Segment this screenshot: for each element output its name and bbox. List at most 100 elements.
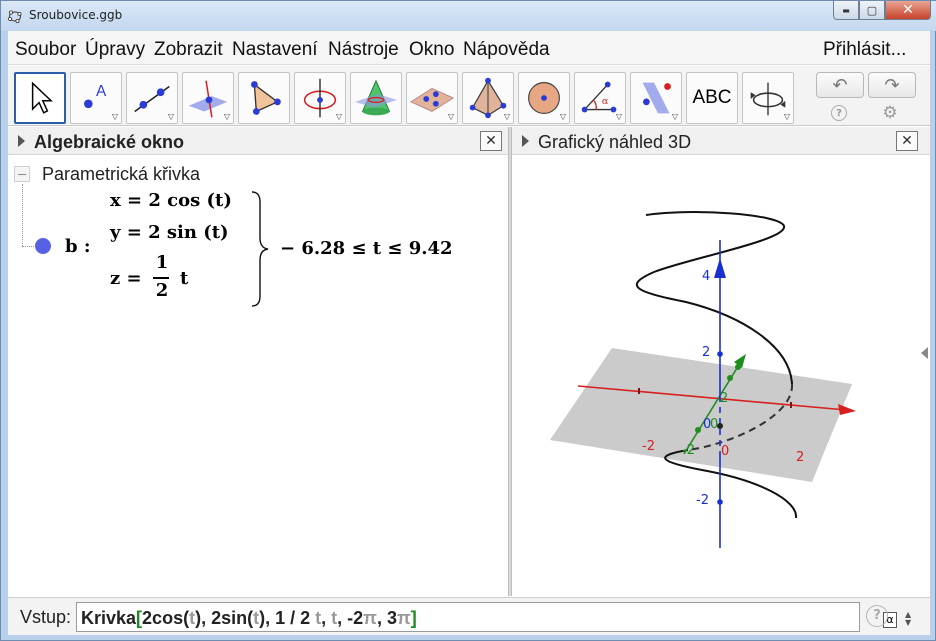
input-segment: , -2	[337, 608, 364, 628]
title-bar: Sroubovice.ggb ▬ ▢ ✕	[1, 1, 936, 31]
x-axis-arrow-icon	[838, 404, 856, 415]
visibility-toggle-dot[interactable]	[35, 238, 51, 254]
z-axis-tick	[717, 351, 723, 357]
menu-napoveda[interactable]: Nápověda	[463, 39, 550, 61]
close-bracket: ]	[410, 608, 417, 628]
algebra-close-button[interactable]: ✕	[480, 131, 502, 151]
menu-zobrazit[interactable]: Zobrazit	[154, 39, 223, 61]
tool-dropdown-icon: ▽	[671, 112, 678, 121]
menu-bar: Soubor Úpravy Zobrazit Nastavení Nástroj…	[8, 31, 930, 65]
angle-tool[interactable]: α ▽	[574, 72, 626, 124]
text-tool-label: ABC	[692, 87, 732, 108]
x-tick-label: 2	[796, 450, 804, 465]
input-help-button[interactable]: ?	[866, 605, 888, 627]
input-bar: Vstup: Krivka[2cos(t), 2sin(t), 1 / 2 t,…	[8, 597, 930, 635]
command-name: Krivka	[81, 608, 137, 628]
redo-icon: ↷	[884, 74, 900, 96]
equation-z-denominator: 2	[155, 280, 169, 301]
history-spinner-icon[interactable]: ▲ ▼	[905, 611, 911, 627]
y-tick-label: 2	[720, 391, 728, 406]
x-tick-label: -2	[642, 439, 655, 454]
tool-dropdown-icon: ▽	[223, 112, 230, 121]
expand-triangle-icon[interactable]	[522, 135, 529, 147]
undo-button[interactable]: ↶	[816, 72, 864, 98]
circle-axis-tool[interactable]: ▽	[294, 72, 346, 124]
tool-dropdown-icon: ▽	[111, 112, 118, 121]
equation-z-numerator: 1	[155, 252, 169, 273]
application-window: Sroubovice.ggb ▬ ▢ ✕ Soubor Úpravy Zobra…	[0, 0, 936, 641]
input-field[interactable]: Krivka[2cos(t), 2sin(t), 1 / 2 t, t, -2π…	[76, 602, 911, 632]
z-axis-arrow-icon	[714, 258, 726, 278]
side-panel-toggle-icon[interactable]	[921, 347, 928, 359]
y-axis-tick	[695, 427, 701, 433]
equation-y[interactable]: y = 2 sin (t)	[110, 222, 229, 243]
y-axis-tick	[727, 375, 733, 381]
tree-category-label: Parametrická křivka	[42, 164, 201, 184]
client-area: Soubor Úpravy Zobrazit Nastavení Nástroj…	[8, 31, 930, 635]
help-button[interactable]: ?	[830, 104, 848, 122]
maximize-button[interactable]: ▢	[859, 1, 885, 20]
input-segment: 2cos(	[142, 608, 190, 628]
cone-intersection-icon	[354, 79, 398, 116]
rotate-view-tool[interactable]: ▽	[742, 72, 794, 124]
graphics-3d-close-button[interactable]: ✕	[896, 131, 918, 151]
redo-button[interactable]: ↷	[868, 72, 916, 98]
pyramid-tool[interactable]: ▽	[462, 72, 514, 124]
origin-label: 0	[710, 417, 718, 432]
z-axis-tick	[717, 499, 723, 505]
origin-label: 0	[721, 444, 729, 459]
minimize-icon: ▬	[842, 5, 850, 15]
y-axis-tick	[735, 364, 741, 370]
close-icon: ✕	[902, 2, 914, 18]
help-icon: ?	[831, 105, 847, 121]
input-segment: ), 1 / 2	[259, 608, 316, 628]
login-link[interactable]: Přihlásit...	[823, 39, 906, 61]
input-constant: π	[363, 608, 377, 628]
polygon-tool[interactable]	[238, 72, 290, 124]
menu-upravy[interactable]: Úpravy	[85, 39, 145, 61]
menu-soubor[interactable]: Soubor	[15, 39, 76, 61]
tool-dropdown-icon: ▽	[615, 112, 622, 121]
graphics-3d-canvas[interactable]: 4 2 -2 0 0 0 -2 2 -2 2	[512, 156, 930, 596]
input-label: Vstup:	[20, 607, 72, 627]
z-tick-label: -2	[696, 493, 709, 508]
minimize-button[interactable]: ▬	[833, 1, 859, 20]
expand-triangle-icon[interactable]	[18, 135, 25, 147]
equation-x[interactable]: x = 2 cos (t)	[110, 190, 232, 211]
menu-okno[interactable]: Okno	[409, 39, 454, 61]
tool-dropdown-icon: ▽	[503, 112, 510, 121]
perpendicular-line-tool[interactable]: ▽	[182, 72, 234, 124]
graphics-3d-title: Grafický náhled 3D	[538, 132, 692, 152]
toolbar: A ▽ ▽ ▽ ▽ ▽ ▽ ▽ α ▽ ▽ ABC ▽ ↶ ↷ ? ⚙	[8, 66, 930, 126]
gear-icon: ⚙	[882, 103, 898, 123]
collapse-icon[interactable]	[14, 166, 30, 182]
tree-line	[22, 184, 23, 246]
menu-nastaveni[interactable]: Nastavení	[232, 39, 318, 61]
input-segment: ,	[321, 608, 332, 628]
plane-through-points-tool[interactable]: ▽	[406, 72, 458, 124]
reflect-tool[interactable]: ▽	[630, 72, 682, 124]
window-controls: ▬ ▢ ✕	[833, 1, 931, 21]
z-tick-label: 2	[702, 345, 710, 360]
move-tool[interactable]	[14, 72, 66, 124]
sphere-tool[interactable]: ▽	[518, 72, 570, 124]
graphics-3d-view[interactable]: 4 2 -2 0 0 0 -2 2 -2 2	[512, 156, 930, 596]
tool-dropdown-icon: ▽	[559, 112, 566, 121]
menu-nastroje[interactable]: Nástroje	[328, 39, 399, 61]
text-tool[interactable]: ABC	[686, 72, 738, 124]
settings-button[interactable]: ⚙	[881, 103, 899, 123]
point-tool[interactable]: A ▽	[70, 72, 122, 124]
maximize-icon: ▢	[866, 3, 878, 17]
input-segment: , 3	[376, 608, 397, 628]
input-text[interactable]: Krivka[2cos(t), 2sin(t), 1 / 2 t, t, -2π…	[81, 608, 417, 629]
object-name[interactable]: b :	[65, 236, 91, 257]
equation-z-prefix[interactable]: z =	[110, 268, 142, 289]
line-tool[interactable]: ▽	[126, 72, 178, 124]
y-tick-label: -2	[682, 443, 695, 458]
tool-dropdown-icon: ▽	[447, 112, 454, 121]
parameter-range: − 6.28 ≤ t ≤ 9.42	[280, 238, 453, 259]
algebra-view: Parametrická křivka b : x = 2 cos (t) y …	[8, 156, 508, 596]
close-button[interactable]: ✕	[885, 1, 931, 20]
intersect-surfaces-tool[interactable]	[350, 72, 402, 124]
input-constant: π	[396, 608, 411, 628]
